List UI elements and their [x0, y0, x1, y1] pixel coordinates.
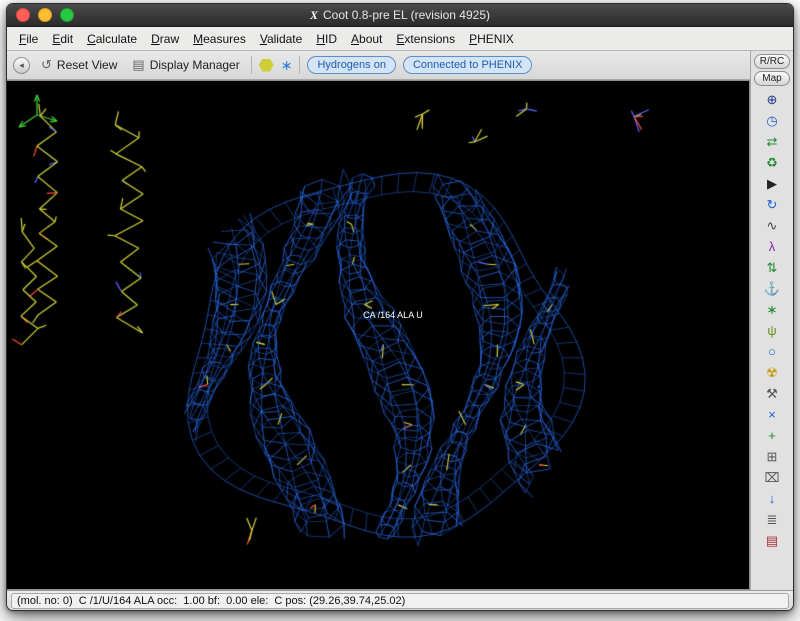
virtual-trackball-icon[interactable]: ⊕ — [757, 89, 787, 110]
right-toolbar: R/RC Map ⊕◷⇄♻▶↻∿λ⇅⚓∗ψ○☢⚒×+⊞⌧↓≣▤ — [750, 51, 793, 590]
panel-button-r-rc[interactable]: R/RC — [754, 54, 790, 69]
traffic-lights — [7, 8, 74, 22]
menu-item-calculate[interactable]: Calculate — [80, 29, 144, 49]
play-icon[interactable]: ▶ — [757, 173, 787, 194]
titlebar[interactable]: XCoot 0.8-pre EL (revision 4925) — [7, 4, 793, 27]
close-button[interactable] — [16, 8, 30, 22]
lines-icon[interactable]: ≣ — [757, 509, 787, 530]
gl-canvas[interactable] — [7, 81, 749, 589]
menu-item-hid[interactable]: HID — [309, 29, 344, 49]
toolbar: ◂ ↺ Reset View ▤ Display Manager ∗ Hydro… — [7, 51, 750, 80]
atom-label: CA /164 ALA U — [363, 310, 423, 320]
right-panel-buttons: R/RC Map — [754, 54, 790, 86]
add-atom-icon[interactable]: + — [757, 425, 787, 446]
toggle-button-connected-to-phenix[interactable]: Connected to PHENIX — [403, 56, 532, 74]
radiation-icon[interactable]: ☢ — [757, 362, 787, 383]
palette-icon[interactable]: ▤ — [757, 530, 787, 551]
x11-icon: X — [310, 8, 318, 23]
ligand-icon[interactable] — [259, 59, 274, 72]
cross-icon[interactable]: × — [757, 404, 787, 425]
status-text: (mol. no: 0) C /1/U/164 ALA occ: 1.00 bf… — [11, 593, 789, 609]
anchor-icon[interactable]: ⚓ — [757, 278, 787, 299]
toggle-button-hydrogens-on[interactable]: Hydrogens on — [307, 56, 396, 74]
refine-arrows-icon[interactable]: ⇄ — [757, 131, 787, 152]
toolbar-toggles: Hydrogens on Connected to PHENIX — [307, 56, 532, 74]
reset-view-button[interactable]: ↺ Reset View — [37, 55, 121, 75]
coot-window: XCoot 0.8-pre EL (revision 4925) FileEdi… — [6, 3, 794, 611]
menu-item-extensions[interactable]: Extensions — [389, 29, 462, 49]
menu-item-draw[interactable]: Draw — [144, 29, 186, 49]
water-icon[interactable]: ○ — [757, 341, 787, 362]
menu-item-edit[interactable]: Edit — [45, 29, 80, 49]
right-icon-column: ⊕◷⇄♻▶↻∿λ⇅⚓∗ψ○☢⚒×+⊞⌧↓≣▤ — [757, 89, 787, 590]
reset-view-label: Reset View — [57, 58, 117, 72]
display-manager-icon: ▤ — [132, 57, 144, 73]
trash-icon[interactable]: ⌧ — [757, 467, 787, 488]
grid-plus-icon[interactable]: ⊞ — [757, 446, 787, 467]
display-manager-button[interactable]: ▤ Display Manager — [128, 55, 243, 75]
wave-icon[interactable]: ∿ — [757, 215, 787, 236]
rotamer-icon[interactable]: λ — [757, 236, 787, 257]
rotate-icon[interactable]: ↻ — [757, 194, 787, 215]
clock-icon[interactable]: ◷ — [757, 110, 787, 131]
menu-item-measures[interactable]: Measures — [186, 29, 253, 49]
menu-item-phenix[interactable]: PHENIX — [462, 29, 521, 49]
down-arrow-icon[interactable]: ↓ — [757, 488, 787, 509]
menu-item-validate[interactable]: Validate — [253, 29, 310, 49]
hammer-icon[interactable]: ⚒ — [757, 383, 787, 404]
toolbar-separator — [299, 56, 300, 74]
recycle-icon[interactable]: ♻ — [757, 152, 787, 173]
menu-item-file[interactable]: File — [12, 29, 45, 49]
menu-item-about[interactable]: About — [344, 29, 389, 49]
zoom-button[interactable] — [60, 8, 74, 22]
minimize-button[interactable] — [38, 8, 52, 22]
toolbar-collapse-button[interactable]: ◂ — [13, 57, 30, 74]
sidechain-icon[interactable]: ψ — [757, 320, 787, 341]
toolbar-separator — [251, 56, 252, 74]
graphics-canvas[interactable]: CA /164 ALA U — [7, 80, 750, 590]
skeleton-icon[interactable]: ∗ — [281, 57, 293, 74]
pep-flip-icon[interactable]: ⇅ — [757, 257, 787, 278]
reset-view-icon: ↺ — [41, 57, 52, 73]
mutate-icon[interactable]: ∗ — [757, 299, 787, 320]
menubar: FileEditCalculateDrawMeasuresValidateHID… — [7, 27, 793, 51]
window-title: XCoot 0.8-pre EL (revision 4925) — [7, 8, 793, 23]
display-manager-label: Display Manager — [150, 58, 240, 72]
statusbar: (mol. no: 0) C /1/U/164 ALA occ: 1.00 bf… — [7, 590, 793, 610]
panel-button-map[interactable]: Map — [754, 71, 790, 86]
